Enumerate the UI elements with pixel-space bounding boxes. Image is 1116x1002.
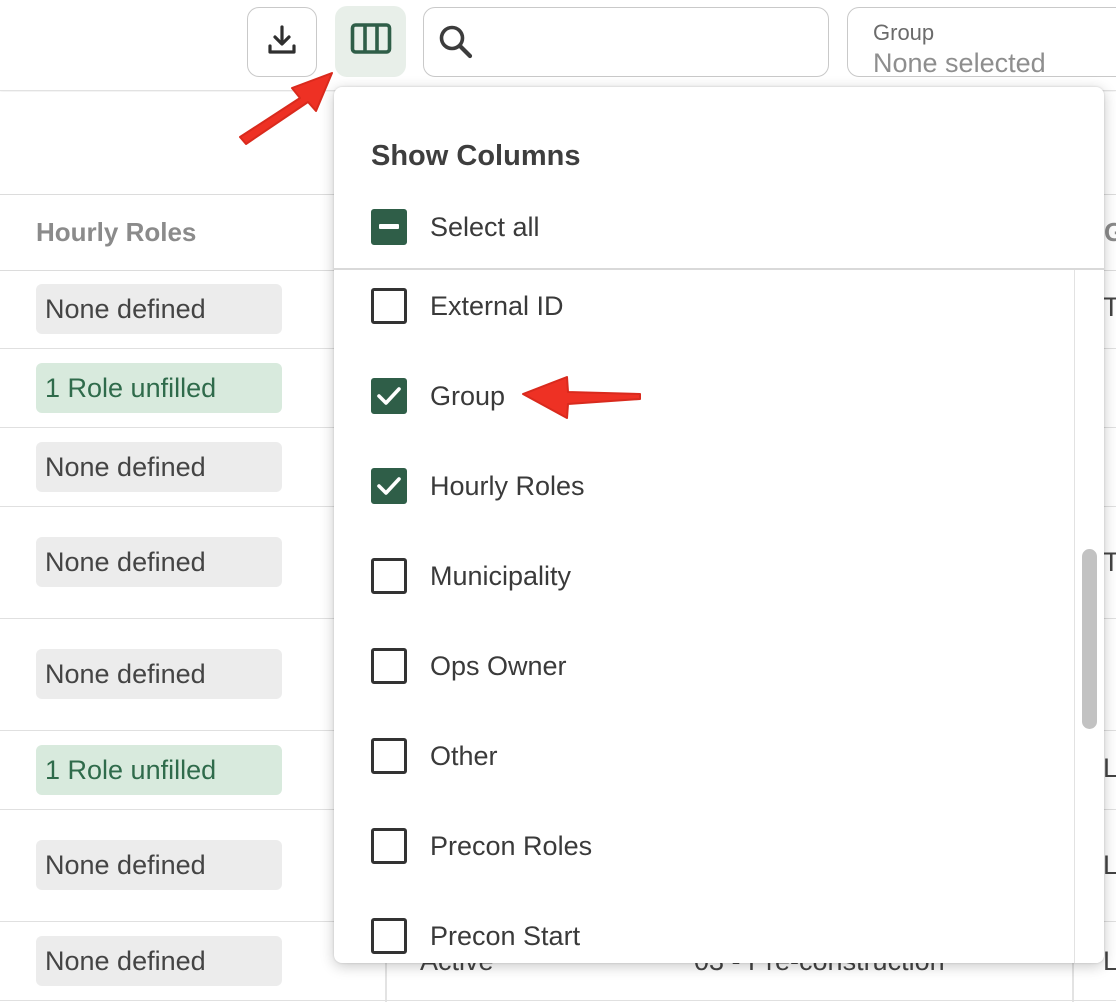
check-icon	[377, 387, 401, 405]
column-option-precon-start[interactable]: Precon Start	[371, 918, 580, 954]
column-option-municipality[interactable]: Municipality	[371, 558, 571, 594]
search-icon	[436, 22, 476, 67]
column-option-other[interactable]: Other	[371, 738, 498, 774]
show-columns-title: Show Columns	[371, 140, 581, 172]
hourly-roles-badge: None defined	[36, 840, 282, 890]
column-option-group[interactable]: Group	[371, 378, 505, 414]
hourly-roles-badge: 1 Role unfilled	[36, 745, 282, 795]
show-columns-menu: Show Columns Select all External ID Grou…	[334, 87, 1104, 963]
column-option-label: Precon Start	[430, 920, 581, 951]
checkbox[interactable]	[371, 918, 407, 954]
column-option-hourly-roles[interactable]: Hourly Roles	[371, 468, 585, 504]
search-input[interactable]	[423, 7, 829, 77]
check-icon	[377, 477, 401, 495]
columns-icon	[350, 22, 392, 61]
column-option-ops-owner[interactable]: Ops Owner	[371, 648, 567, 684]
checkbox[interactable]	[371, 468, 407, 504]
cell-partial: L	[1103, 753, 1116, 783]
select-all-option[interactable]: Select all	[371, 209, 540, 245]
hourly-roles-badge: None defined	[36, 442, 282, 492]
column-options-list[interactable]: External ID Group Hourly Roles Municipal…	[334, 270, 1074, 963]
column-option-external-id[interactable]: External ID	[371, 288, 564, 324]
column-header-partial[interactable]: G	[1104, 217, 1116, 248]
hourly-roles-badge: None defined	[36, 936, 282, 986]
cell-partial: T	[1103, 547, 1116, 577]
column-option-precon-roles[interactable]: Precon Roles	[371, 828, 592, 864]
column-option-label: Group	[430, 380, 506, 411]
checkbox[interactable]	[371, 558, 407, 594]
checkbox[interactable]	[371, 828, 407, 864]
cell-partial: T	[1103, 292, 1116, 322]
download-icon	[264, 22, 300, 63]
scrollbar-thumb[interactable]	[1082, 549, 1097, 729]
checkbox[interactable]	[371, 648, 407, 684]
column-option-label: Municipality	[430, 560, 572, 591]
top-toolbar: Group None selected	[0, 0, 1116, 91]
select-all-checkbox[interactable]	[371, 209, 407, 245]
group-filter-label: Group	[873, 20, 935, 45]
column-option-label: External ID	[430, 290, 564, 321]
checkbox[interactable]	[371, 378, 407, 414]
checkbox[interactable]	[371, 288, 407, 324]
column-header-hourly-roles[interactable]: Hourly Roles	[36, 217, 196, 248]
download-button[interactable]	[247, 7, 317, 77]
hourly-roles-badge: None defined	[36, 537, 282, 587]
group-filter-select[interactable]: Group None selected	[847, 7, 1116, 78]
column-option-label: Hourly Roles	[430, 470, 585, 501]
select-all-label: Select all	[430, 211, 540, 242]
hourly-roles-badge: None defined	[36, 649, 282, 699]
minus-icon	[379, 224, 399, 229]
cell-partial: L	[1103, 850, 1116, 880]
cell-partial: L	[1103, 946, 1116, 976]
column-option-label: Ops Owner	[430, 650, 567, 681]
column-option-label: Other	[430, 740, 498, 771]
hourly-roles-badge: 1 Role unfilled	[36, 363, 282, 413]
hourly-roles-badge: None defined	[36, 284, 282, 334]
columns-button[interactable]	[335, 6, 406, 77]
checkbox[interactable]	[371, 738, 407, 774]
column-option-label: Precon Roles	[430, 830, 593, 861]
group-filter-value: None selected	[873, 48, 1046, 78]
